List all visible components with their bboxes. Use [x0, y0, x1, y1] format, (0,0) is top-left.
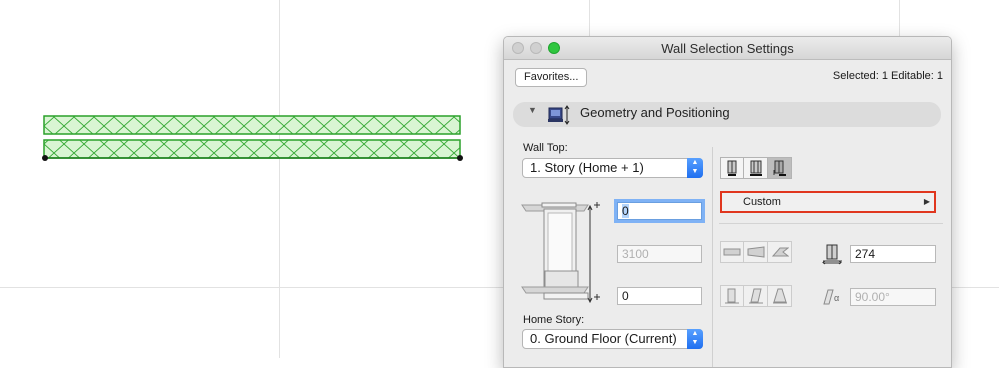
wall-thickness-icon: [822, 244, 842, 265]
wall-inclination-group: [720, 285, 792, 307]
top-offset-value: 0: [622, 204, 629, 218]
section-title: Geometry and Positioning: [580, 105, 730, 120]
ref-line-outside-icon[interactable]: [720, 157, 744, 179]
wall-endpoint-handle[interactable]: [457, 155, 463, 161]
wall-top-value: 1. Story (Home + 1): [530, 160, 644, 175]
submenu-arrow-icon: ▶: [923, 197, 930, 206]
wall-shape-group: [720, 241, 792, 263]
reference-line-menu[interactable]: Custom ▶: [720, 191, 936, 213]
favorites-button[interactable]: Favorites...: [515, 68, 588, 87]
straight-wall-icon[interactable]: [720, 241, 744, 263]
title-bar[interactable]: Wall Selection Settings: [504, 37, 951, 60]
bottom-offset-field[interactable]: 0: [617, 287, 702, 305]
ref-line-center-icon[interactable]: [744, 157, 768, 179]
geometry-section-header[interactable]: ▼ Geometry and Positioning: [513, 102, 941, 127]
popup-stepper-icon: ▲ ▼: [687, 329, 703, 349]
wall-geometry-icon: [548, 105, 570, 125]
selection-info: Selected: 1 Editable: 1: [832, 70, 943, 82]
trapezoid-wall-icon[interactable]: [744, 241, 768, 263]
selected-wall[interactable]: [42, 115, 463, 161]
home-story-value: 0. Ground Floor (Current): [530, 331, 677, 346]
polygonal-wall-icon[interactable]: [768, 241, 792, 263]
column-divider: [712, 147, 713, 367]
wall-top-label: Wall Top:: [523, 142, 568, 154]
wall-thickness-field[interactable]: 274: [850, 245, 936, 263]
slanted-wall-icon[interactable]: [744, 285, 768, 307]
double-slanted-wall-icon[interactable]: [768, 285, 792, 307]
wall-height-field: 3100: [617, 245, 702, 263]
wall-section-diagram-icon: [521, 202, 600, 304]
reference-line-value: Custom: [743, 196, 781, 208]
ref-line-custom-icon[interactable]: [768, 157, 792, 179]
reference-line-position-group: [720, 157, 792, 179]
svg-text:α: α: [834, 293, 839, 303]
window-title: Wall Selection Settings: [661, 41, 794, 56]
disclosure-triangle-down-icon[interactable]: ▼: [528, 105, 537, 115]
wall-selection-settings-dialog: Wall Selection Settings Favorites... Sel…: [503, 36, 952, 368]
wall-top-select[interactable]: 1. Story (Home + 1) ▲ ▼: [522, 158, 703, 178]
wall-endpoint-handle[interactable]: [42, 155, 48, 161]
popup-stepper-icon: ▲ ▼: [687, 158, 703, 178]
home-story-label: Home Story:: [523, 314, 585, 326]
slant-angle-field: 90.00°: [850, 288, 936, 306]
top-offset-field[interactable]: 0: [617, 202, 702, 220]
slant-angle-icon: α: [823, 289, 839, 305]
section-divider: [719, 223, 943, 224]
vertical-wall-icon[interactable]: [720, 285, 744, 307]
home-story-select[interactable]: 0. Ground Floor (Current) ▲ ▼: [522, 329, 703, 349]
